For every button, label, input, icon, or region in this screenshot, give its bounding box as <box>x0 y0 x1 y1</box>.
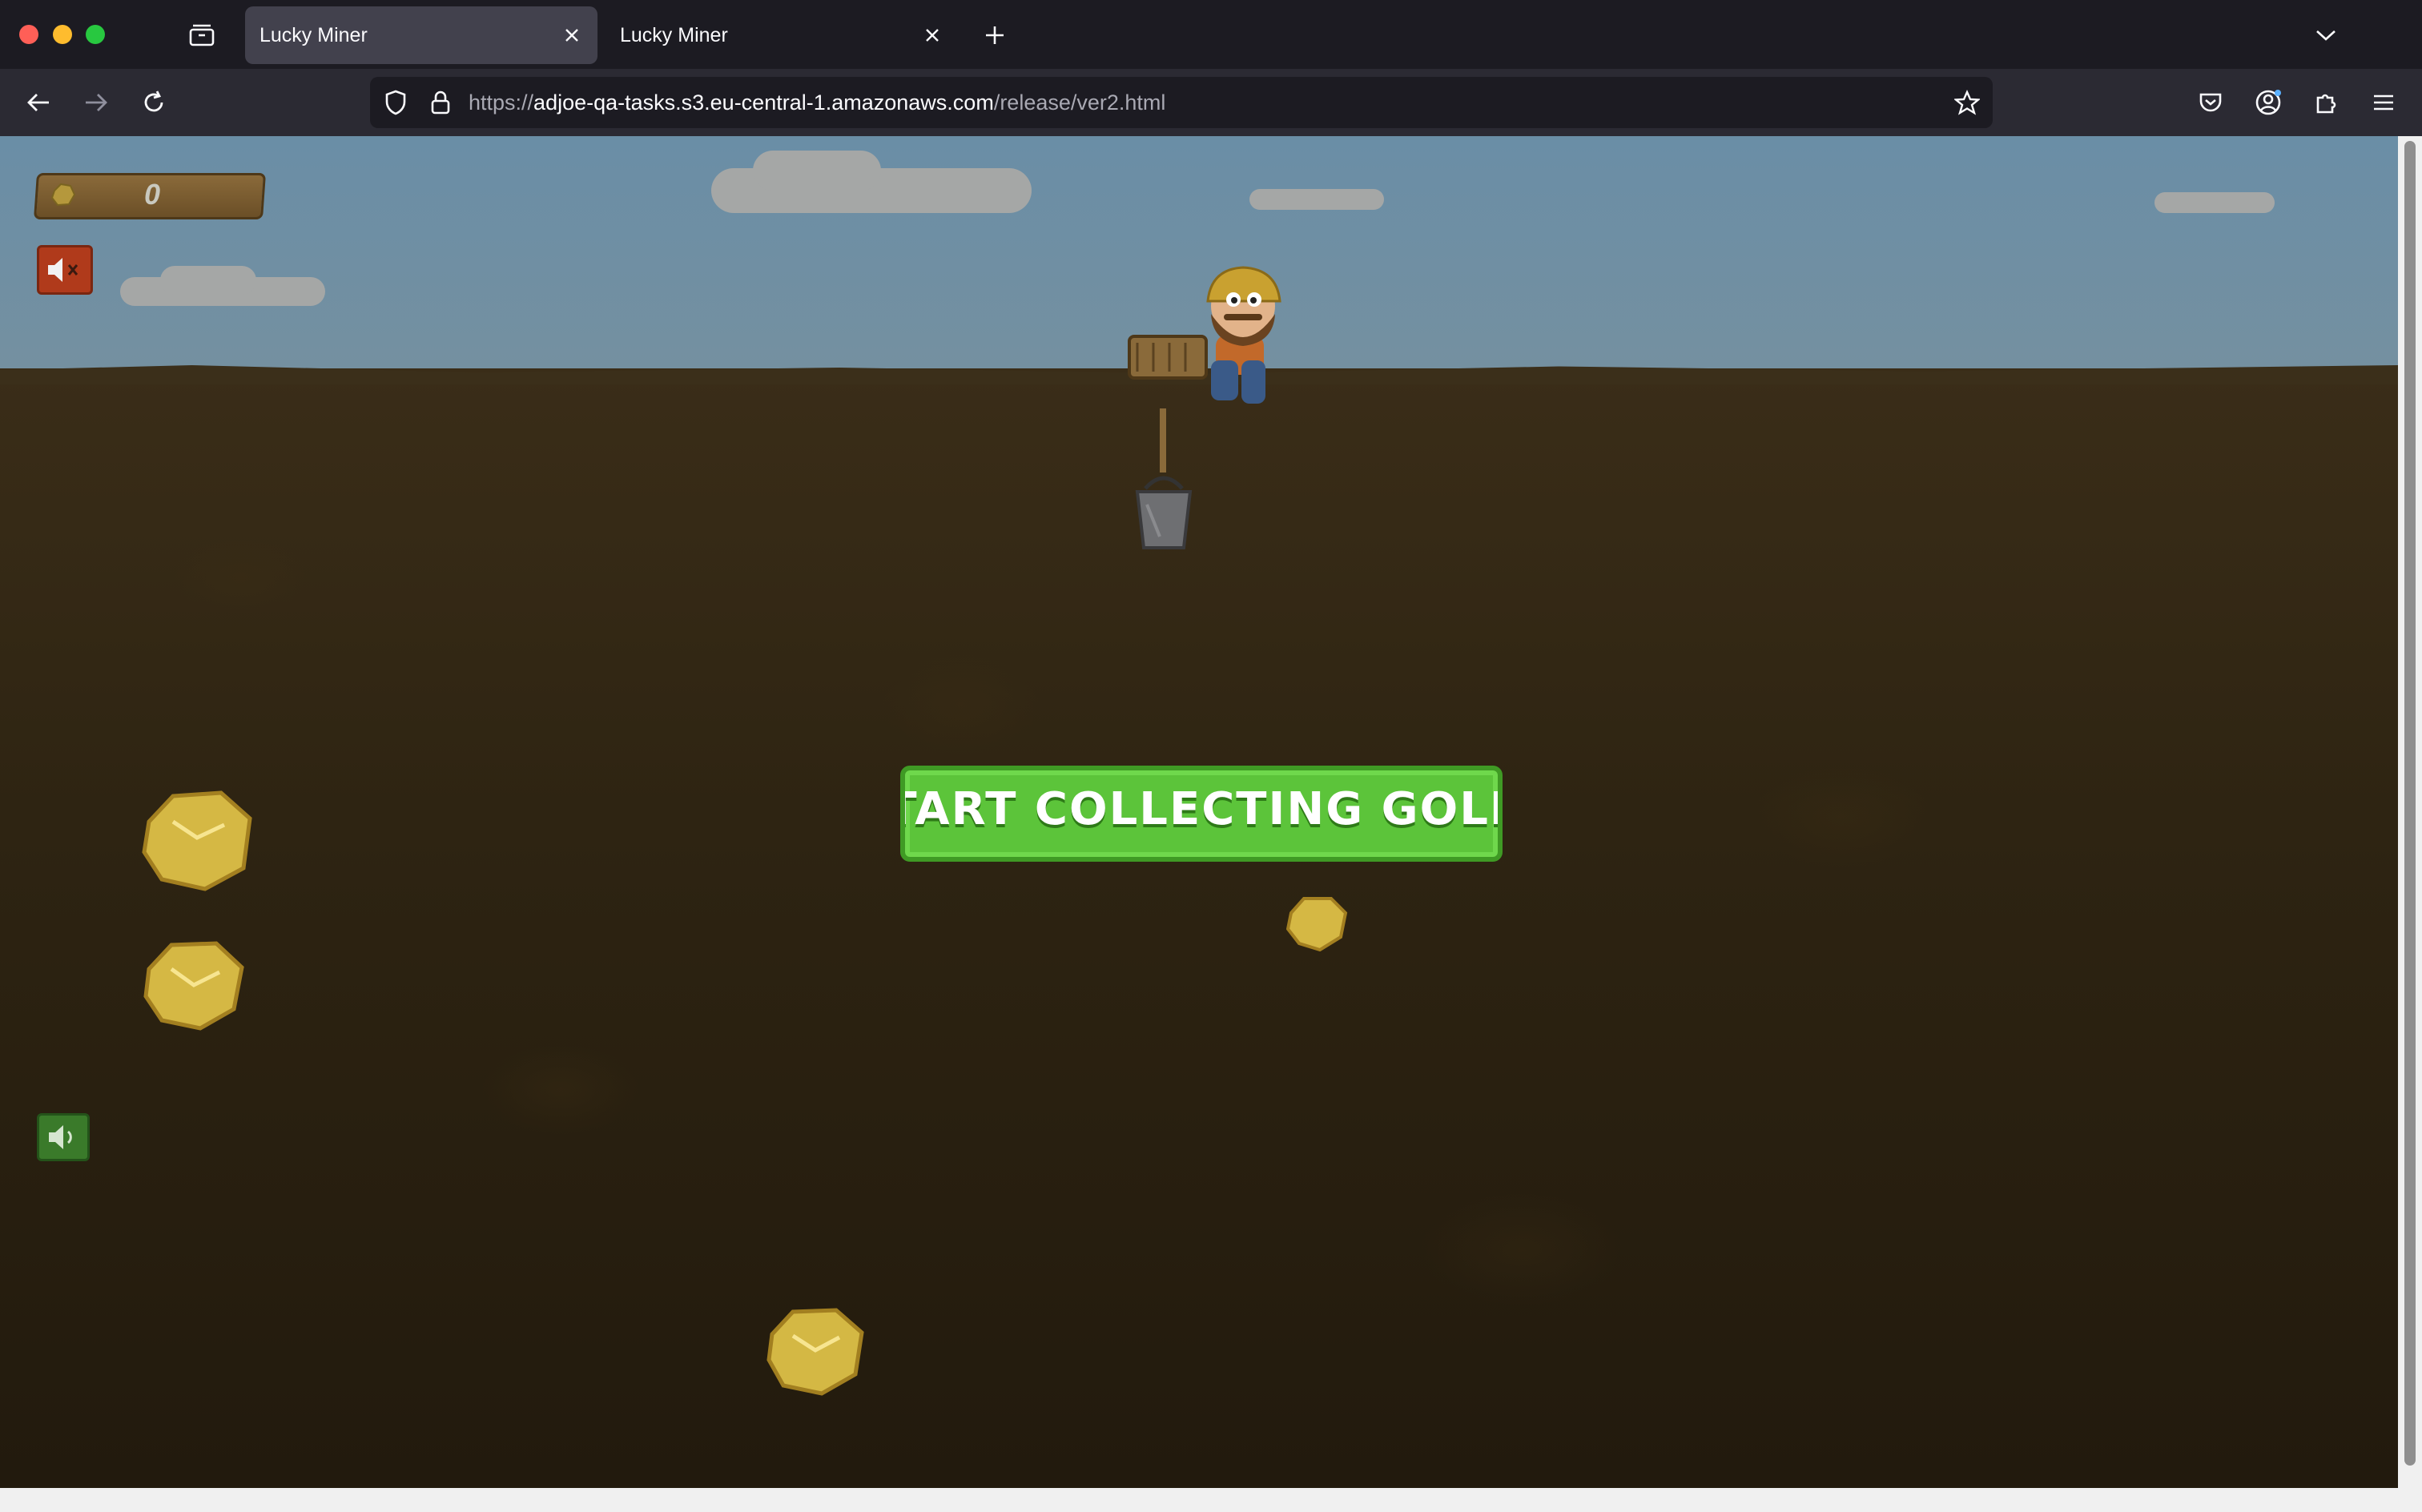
rope <box>1160 408 1166 472</box>
start-banner-text: START COLLECTING GOLD! <box>905 782 1498 835</box>
lock-icon[interactable] <box>424 86 457 119</box>
sound-button[interactable] <box>37 1113 90 1161</box>
close-window-button[interactable] <box>19 25 38 44</box>
account-icon[interactable] <box>2252 86 2284 119</box>
pocket-icon[interactable] <box>2195 86 2227 119</box>
reload-icon[interactable] <box>135 83 173 122</box>
cloud <box>160 266 256 295</box>
url-text[interactable]: https://adjoe-qa-tasks.s3.eu-central-1.a… <box>469 90 1165 115</box>
tab-lucky-miner[interactable]: Lucky Miner <box>606 6 958 64</box>
speaker-muted-icon <box>48 258 78 282</box>
bookmark-star-icon[interactable] <box>1951 86 1983 119</box>
back-icon[interactable] <box>19 83 58 122</box>
tracking-protection-shield-icon[interactable] <box>380 86 412 119</box>
forward-icon[interactable] <box>77 83 115 122</box>
tab-overview-icon[interactable] <box>186 19 218 51</box>
tab-label: Lucky Miner <box>620 23 728 46</box>
miner-character <box>1128 266 1281 404</box>
extensions-icon[interactable] <box>2310 86 2342 119</box>
tab-label: Lucky Miner <box>260 23 368 46</box>
speaker-icon <box>49 1125 72 1149</box>
cloud <box>753 151 881 191</box>
tab-bar: Lucky Miner Lucky Miner <box>0 0 2422 69</box>
new-tab-icon[interactable] <box>979 19 1011 51</box>
close-tab-icon[interactable] <box>916 19 948 51</box>
scrollbar-thumb[interactable] <box>2404 141 2416 1466</box>
gold-nugget <box>766 1308 864 1396</box>
maximize-window-button[interactable] <box>86 25 105 44</box>
score-value: 0 <box>143 178 161 211</box>
cloud <box>1249 189 1384 210</box>
bottom-edge <box>0 1488 2422 1512</box>
bucket <box>1135 476 1193 549</box>
game-canvas[interactable]: 0 ART COLLECTING GOL <box>0 136 2398 1488</box>
gold-nugget <box>143 941 244 1031</box>
mute-button[interactable] <box>37 245 93 295</box>
minimize-window-button[interactable] <box>53 25 72 44</box>
gold-nugget <box>142 790 252 891</box>
close-tab-icon[interactable] <box>556 19 588 51</box>
cloud <box>2154 192 2275 213</box>
menu-icon[interactable] <box>2368 86 2400 119</box>
gold-nugget <box>1286 897 1348 951</box>
gold-score-icon <box>50 183 76 207</box>
list-all-tabs-icon[interactable] <box>2310 19 2342 51</box>
tab-lucky-miner-active[interactable]: Lucky Miner <box>245 6 597 64</box>
start-collecting-gold-button[interactable]: START COLLECTING GOLD! <box>900 766 1503 862</box>
browser-window: Lucky Miner Lucky Miner https://adjoe-qa… <box>0 0 2422 1512</box>
